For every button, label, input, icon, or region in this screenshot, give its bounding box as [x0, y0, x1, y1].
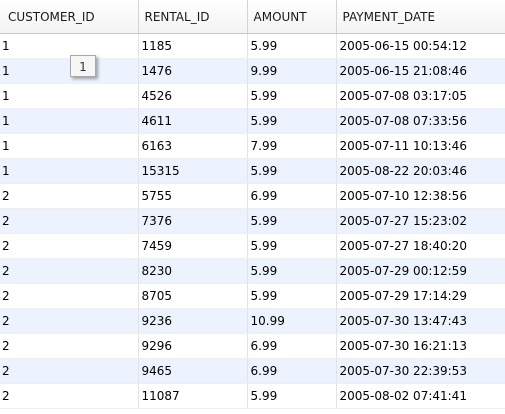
cell-payment-date[interactable]: 2005-07-30 16:21:13 — [336, 333, 505, 359]
table-row[interactable]: 2 5755 6.99 2005-07-10 12:38:56 — [0, 183, 505, 209]
column-header-rental-id[interactable]: RENTAL_ID — [138, 0, 248, 34]
cell-rental-id[interactable]: 7459 — [138, 233, 248, 259]
table-row[interactable]: 2 8230 5.99 2005-07-29 00:12:59 — [0, 258, 505, 284]
cell-amount[interactable]: 5.99 — [247, 233, 337, 259]
cell-customer-id[interactable]: 2 — [0, 308, 139, 334]
cell-customer-id[interactable]: 1 — [0, 33, 139, 59]
cell-rental-id[interactable]: 15315 — [138, 158, 248, 184]
header-row: CUSTOMER_ID RENTAL_ID AMOUNT PAYMENT_DAT… — [0, 0, 505, 34]
column-header-customer-id[interactable]: CUSTOMER_ID — [0, 0, 139, 34]
cell-amount[interactable]: 5.99 — [247, 83, 337, 109]
table-row[interactable]: 2 8705 5.99 2005-07-29 17:14:29 — [0, 283, 505, 309]
cell-amount[interactable]: 5.99 — [247, 283, 337, 309]
cell-amount[interactable]: 5.99 — [247, 208, 337, 234]
cell-rental-id[interactable]: 5755 — [138, 183, 248, 209]
cell-customer-id[interactable]: 2 — [0, 333, 139, 359]
cell-amount[interactable]: 10.99 — [247, 308, 337, 334]
table-row[interactable]: 2 9296 6.99 2005-07-30 16:21:13 — [0, 333, 505, 359]
table-row[interactable]: 2 9465 6.99 2005-07-30 22:39:53 — [0, 358, 505, 384]
cell-rental-id[interactable]: 6163 — [138, 133, 248, 159]
cell-rental-id[interactable]: 1476 — [138, 58, 248, 84]
row-number-tooltip: 1 — [70, 55, 96, 77]
table-row[interactable]: 1 4526 5.99 2005-07-08 03:17:05 — [0, 83, 505, 109]
cell-payment-date[interactable]: 2005-06-15 21:08:46 — [336, 58, 505, 84]
cell-payment-date[interactable]: 2005-07-29 17:14:29 — [336, 283, 505, 309]
cell-amount[interactable]: 7.99 — [247, 133, 337, 159]
cell-rental-id[interactable]: 4611 — [138, 108, 248, 134]
cell-amount[interactable]: 6.99 — [247, 358, 337, 384]
cell-amount[interactable]: 5.99 — [247, 108, 337, 134]
cell-payment-date[interactable]: 2005-08-02 07:41:41 — [336, 383, 505, 409]
cell-payment-date[interactable]: 2005-07-27 15:23:02 — [336, 208, 505, 234]
cell-rental-id[interactable]: 9465 — [138, 358, 248, 384]
cell-payment-date[interactable]: 2005-07-30 13:47:43 — [336, 308, 505, 334]
cell-amount[interactable]: 5.99 — [247, 383, 337, 409]
cell-rental-id[interactable]: 9296 — [138, 333, 248, 359]
cell-amount[interactable]: 5.99 — [247, 158, 337, 184]
cell-payment-date[interactable]: 2005-06-15 00:54:12 — [336, 33, 505, 59]
cell-payment-date[interactable]: 2005-07-10 12:38:56 — [336, 183, 505, 209]
cell-customer-id[interactable]: 1 — [0, 58, 139, 84]
cell-customer-id[interactable]: 2 — [0, 233, 139, 259]
cell-customer-id[interactable]: 1 — [0, 83, 139, 109]
grid-header: CUSTOMER_ID RENTAL_ID AMOUNT PAYMENT_DAT… — [0, 0, 505, 34]
cell-amount[interactable]: 6.99 — [247, 183, 337, 209]
cell-payment-date[interactable]: 2005-07-30 22:39:53 — [336, 358, 505, 384]
cell-customer-id[interactable]: 2 — [0, 183, 139, 209]
column-header-amount[interactable]: AMOUNT — [247, 0, 337, 34]
table-row[interactable]: 2 7376 5.99 2005-07-27 15:23:02 — [0, 208, 505, 234]
cell-payment-date[interactable]: 2005-07-29 00:12:59 — [336, 258, 505, 284]
cell-rental-id[interactable]: 11087 — [138, 383, 248, 409]
table-row[interactable]: 1 15315 5.99 2005-08-22 20:03:46 — [0, 158, 505, 184]
cell-customer-id[interactable]: 1 — [0, 108, 139, 134]
cell-rental-id[interactable]: 9236 — [138, 308, 248, 334]
table-row[interactable]: 2 11087 5.99 2005-08-02 07:41:41 — [0, 383, 505, 409]
cell-customer-id[interactable]: 2 — [0, 258, 139, 284]
cell-customer-id[interactable]: 2 — [0, 208, 139, 234]
cell-customer-id[interactable]: 2 — [0, 283, 139, 309]
column-header-payment-date[interactable]: PAYMENT_DATE — [336, 0, 505, 34]
table-row[interactable]: 1 6163 7.99 2005-07-11 10:13:46 — [0, 133, 505, 159]
table-row[interactable]: 1 4611 5.99 2005-07-08 07:33:56 — [0, 108, 505, 134]
cell-amount[interactable]: 9.99 — [247, 58, 337, 84]
table-row[interactable]: 2 9236 10.99 2005-07-30 13:47:43 — [0, 308, 505, 334]
cell-amount[interactable]: 5.99 — [247, 258, 337, 284]
cell-rental-id[interactable]: 7376 — [138, 208, 248, 234]
cell-rental-id[interactable]: 8705 — [138, 283, 248, 309]
cell-customer-id[interactable]: 2 — [0, 383, 139, 409]
cell-rental-id[interactable]: 8230 — [138, 258, 248, 284]
cell-amount[interactable]: 6.99 — [247, 333, 337, 359]
cell-customer-id[interactable]: 1 — [0, 133, 139, 159]
cell-payment-date[interactable]: 2005-07-27 18:40:20 — [336, 233, 505, 259]
cell-rental-id[interactable]: 1185 — [138, 33, 248, 59]
result-grid-panel: CUSTOMER_ID RENTAL_ID AMOUNT PAYMENT_DAT… — [0, 0, 505, 414]
cell-payment-date[interactable]: 2005-07-08 03:17:05 — [336, 83, 505, 109]
cell-customer-id[interactable]: 2 — [0, 358, 139, 384]
cell-payment-date[interactable]: 2005-08-22 20:03:46 — [336, 158, 505, 184]
cell-amount[interactable]: 5.99 — [247, 33, 337, 59]
cell-payment-date[interactable]: 2005-07-11 10:13:46 — [336, 133, 505, 159]
table-row[interactable]: 2 7459 5.99 2005-07-27 18:40:20 — [0, 233, 505, 259]
cell-rental-id[interactable]: 4526 — [138, 83, 248, 109]
cell-payment-date[interactable]: 2005-07-08 07:33:56 — [336, 108, 505, 134]
grid-body: 1 1185 5.99 2005-06-15 00:54:12 1 1476 9.99 200… — [0, 33, 505, 409]
cell-customer-id[interactable]: 1 — [0, 158, 139, 184]
